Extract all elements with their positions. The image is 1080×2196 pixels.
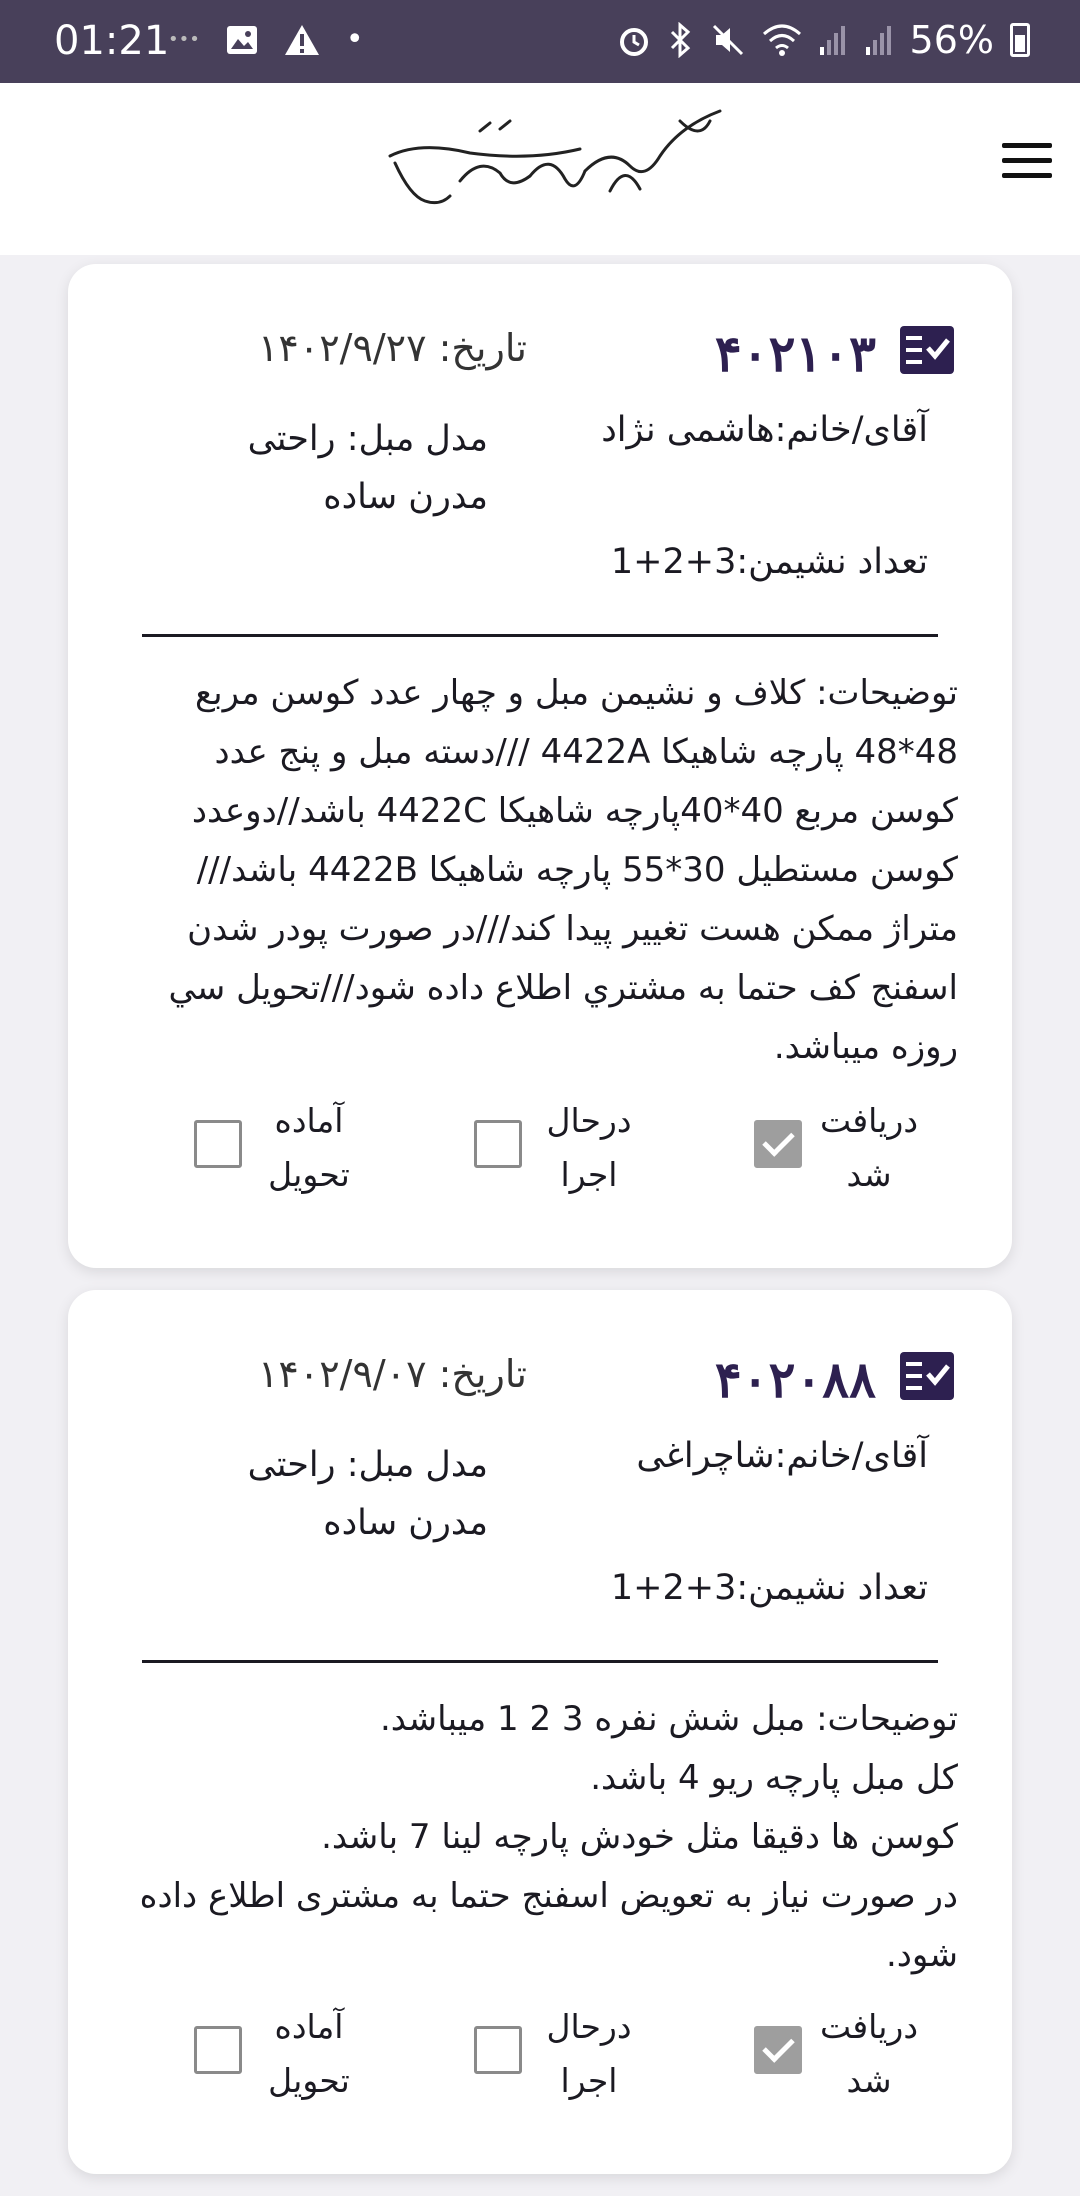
order-description: توضیحات: مبل شش نفره 3 2 1 میباشد. کل مب…	[139, 1699, 958, 1975]
status-received[interactable]: دریافت شد	[754, 2000, 924, 2120]
order-number: ۴۰۲۱۰۳	[714, 324, 876, 383]
alarm-icon	[619, 28, 648, 56]
in-progress-checkbox[interactable]	[474, 1120, 522, 1168]
customer-name: آقای/خانم:شاچراغی	[636, 1436, 928, 1476]
signal-icon	[865, 26, 891, 55]
hamburger-menu-icon[interactable]	[1002, 143, 1052, 183]
brand-logo	[388, 109, 722, 205]
checklist-icon	[900, 1352, 954, 1400]
status-in-progress[interactable]: درحال اجرا	[474, 2000, 644, 2120]
order-description: توضیحات: کلاف و نشیمن مبل و چهار عدد کوس…	[168, 673, 958, 1067]
dot-icon: •	[345, 22, 364, 57]
status-left-icons: ••• •	[168, 22, 364, 57]
gallery-icon	[226, 25, 257, 54]
seat-count: تعداد نشیمن:1+2+3	[610, 1568, 928, 1608]
furniture-model: مدل مبل: راحتی مدرن ساده	[247, 1445, 488, 1543]
battery-percent: 56%	[909, 18, 994, 62]
divider	[142, 1660, 938, 1663]
order-date: تاریخ: ۱۴۰۲/۹/۲۷	[258, 326, 527, 370]
order-number: ۴۰۲۰۸۸	[714, 1350, 876, 1409]
customer-name: آقای/خانم:هاشمی نژاد	[601, 410, 928, 450]
in-progress-checkbox[interactable]	[474, 2026, 522, 2074]
status-time: 01:21	[54, 18, 170, 64]
wifi-icon	[762, 24, 801, 56]
status-ready[interactable]: آماده تحویل	[194, 2000, 364, 2120]
received-checkbox[interactable]	[754, 1120, 802, 1168]
mute-icon	[712, 24, 743, 56]
battery-icon	[1010, 23, 1030, 57]
signal-icon	[819, 26, 845, 55]
app-header	[0, 83, 1080, 255]
order-date: تاریخ: ۱۴۰۲/۹/۰۷	[258, 1352, 527, 1396]
warning-icon	[284, 24, 319, 55]
furniture-model: مدل مبل: راحتی مدرن ساده	[247, 419, 488, 517]
seat-count: تعداد نشیمن:1+2+3	[610, 542, 928, 582]
bluetooth-icon	[670, 22, 690, 58]
ready-checkbox[interactable]	[194, 1120, 242, 1168]
status-bar: 01:21 ••• • 56%	[0, 0, 1080, 83]
ready-checkbox[interactable]	[194, 2026, 242, 2074]
status-in-progress[interactable]: درحال اجرا	[474, 1094, 644, 1214]
status-ready[interactable]: آماده تحویل	[194, 1094, 364, 1214]
status-right-icons: 56%	[616, 18, 1030, 62]
more-dots-icon: •••	[168, 29, 200, 50]
checklist-icon	[900, 326, 954, 374]
divider	[142, 634, 938, 637]
received-checkbox[interactable]	[754, 2026, 802, 2074]
status-received[interactable]: دریافت شد	[754, 1094, 924, 1214]
order-card[interactable]: ۴۰۲۱۰۳ تاریخ: ۱۴۰۲/۹/۲۷ آقای/خانم:هاشمی …	[68, 264, 1012, 1268]
order-card[interactable]: ۴۰۲۰۸۸ تاریخ: ۱۴۰۲/۹/۰۷ آقای/خانم:شاچراغ…	[68, 1290, 1012, 2174]
